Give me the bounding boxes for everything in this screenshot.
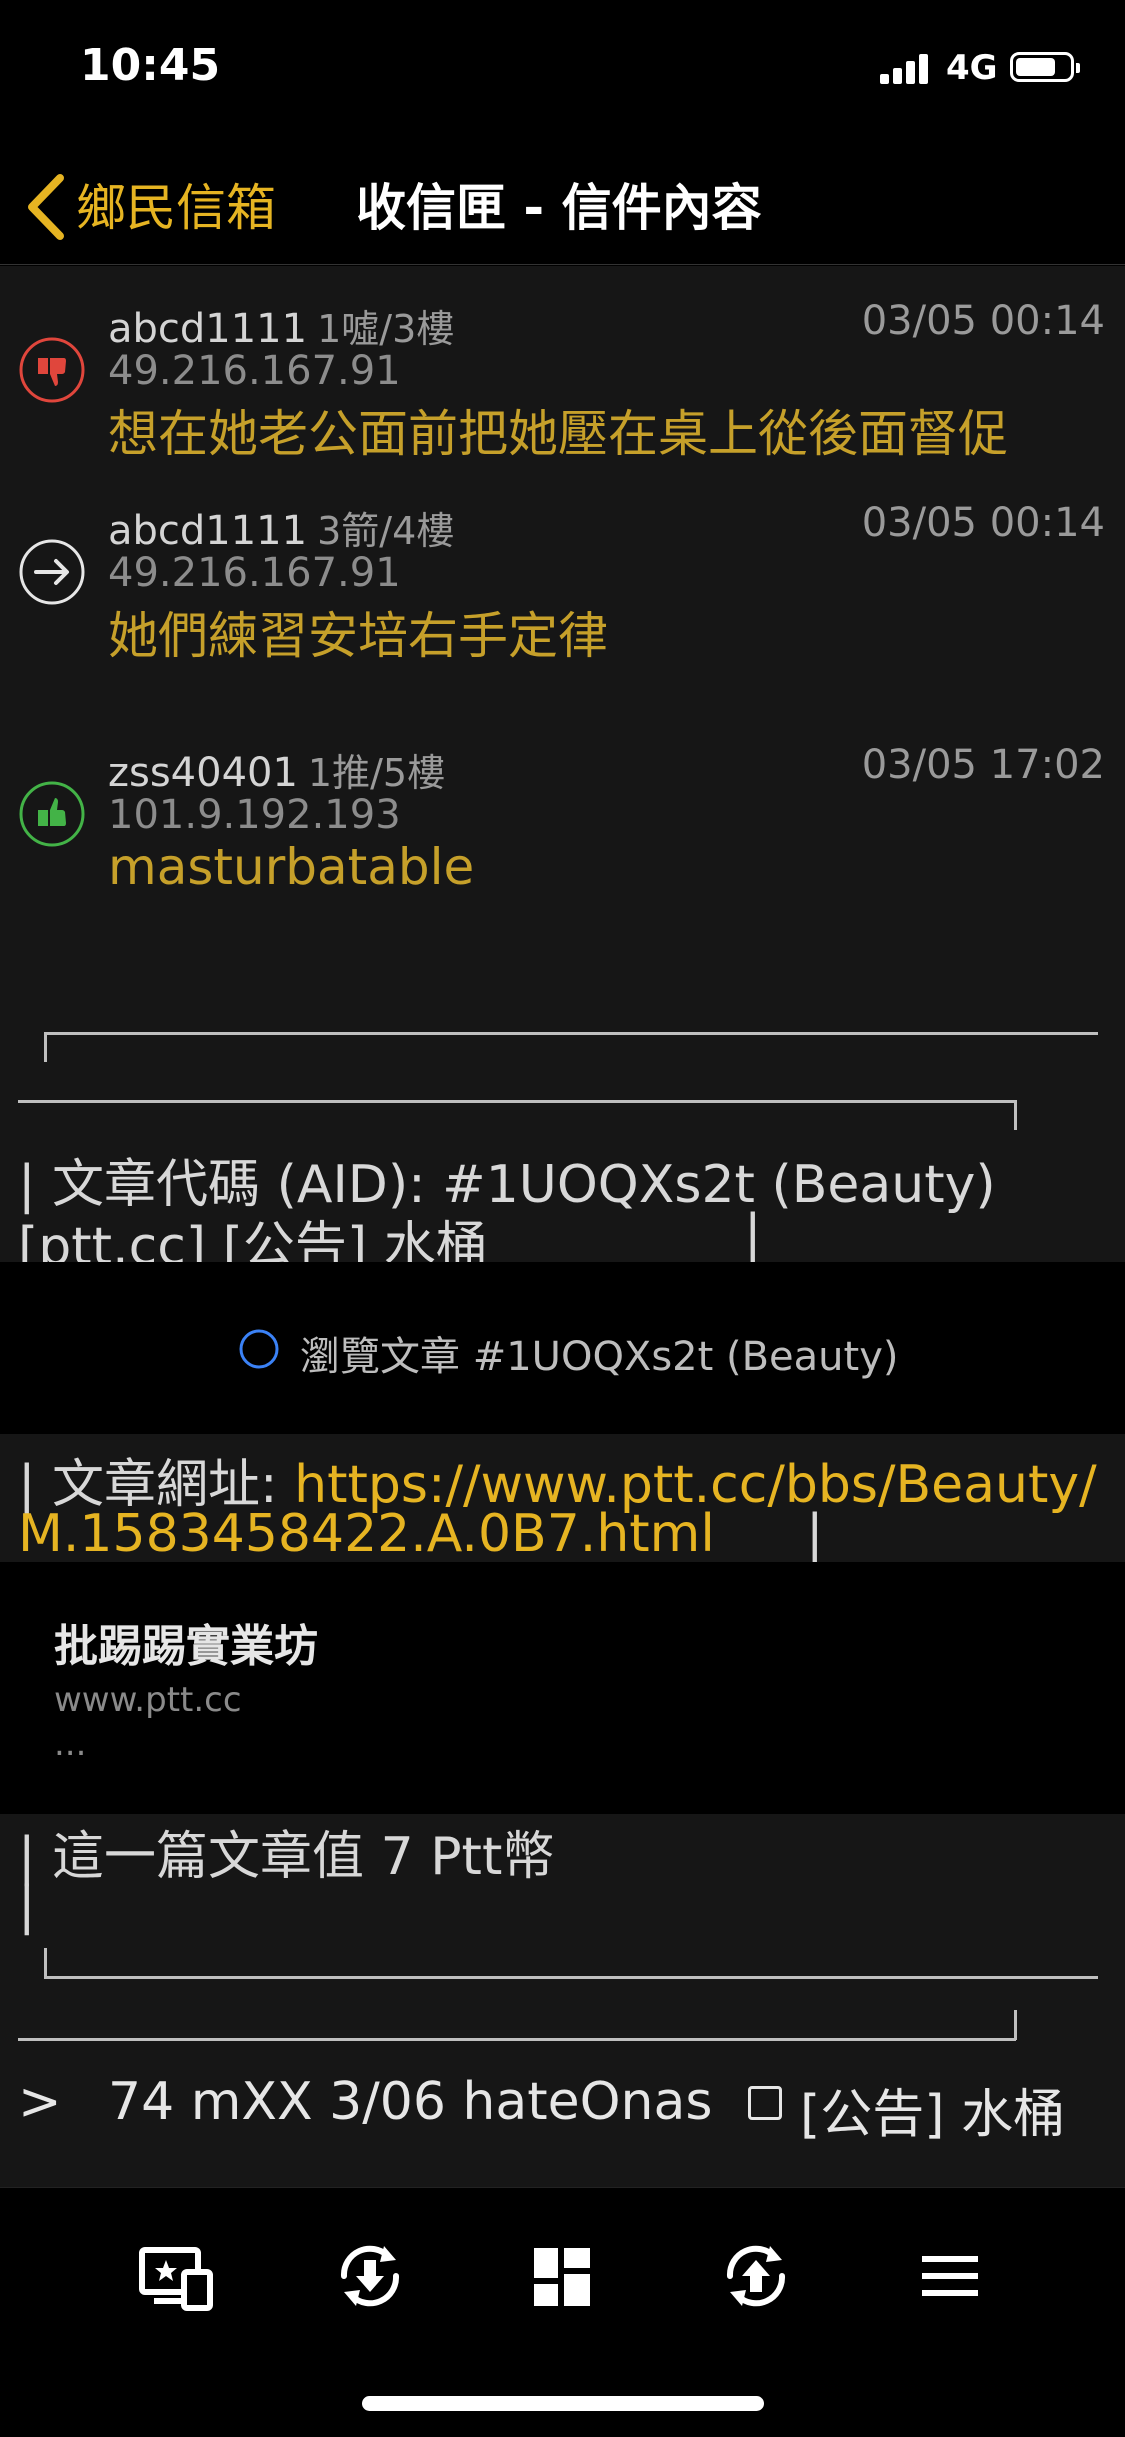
battery-icon <box>1010 52 1080 82</box>
thumbs-up-icon <box>19 781 85 847</box>
box-border-right <box>1014 2010 1017 2040</box>
comment-floor: 1推/5樓 <box>307 751 446 795</box>
reply-line-text: 74 mXX 3/06 hateOnas <box>108 2072 713 2132</box>
circle-icon <box>239 1329 279 1369</box>
article-url-link-cont[interactable]: M.1583458422.A.0B7.html <box>18 1504 715 1564</box>
back-button[interactable]: 鄉民信箱 <box>76 168 276 240</box>
signal-icon <box>880 52 932 84</box>
comment-user: abcd1111 <box>108 508 308 554</box>
comment-user: zss40401 <box>108 750 298 796</box>
url-block: | 文章網址: https://www.ptt.cc/bbs/Beauty/ M… <box>0 1434 1125 1564</box>
back-chevron-icon[interactable] <box>24 172 68 242</box>
coin-line-2: | <box>18 1876 36 1936</box>
comment-text: 想在她老公面前把她壓在桌上從後面督促 <box>108 405 1008 463</box>
home-indicator[interactable] <box>362 2396 764 2411</box>
comment-text: masturbatable <box>108 838 475 896</box>
checkbox-icon[interactable] <box>748 2086 782 2120</box>
network-type: 4G <box>946 48 998 88</box>
coin-line: | 這一篇文章值 7 Ptt幣 <box>18 1827 555 1887</box>
link-card-title: 批踢踢實業坊 <box>54 1621 318 1672</box>
box-border-right <box>1014 1100 1017 1130</box>
aid-line-end: | <box>744 1204 762 1264</box>
box-border-top <box>18 1100 1016 1103</box>
link-card-domain: www.ptt.cc <box>54 1680 242 1720</box>
menu-icon[interactable] <box>910 2236 990 2316</box>
comment-item: abcd1111 3箭/4樓 03/05 00:14 49.216.167.91 … <box>0 500 1125 700</box>
comment-user: abcd1111 <box>108 306 308 352</box>
box-border-top <box>44 1032 1098 1035</box>
comment-floor: 3箭/4樓 <box>317 509 455 553</box>
comment-item: zss40401 1推/5樓 03/05 17:02 101.9.192.193 … <box>0 742 1125 942</box>
page-title: 收信匣 - 信件內容 <box>356 179 762 237</box>
screen-icon[interactable] <box>136 2236 216 2316</box>
comment-text: 她們練習安培右手定律 <box>108 607 608 665</box>
box-border-bottom <box>18 2038 1016 2041</box>
aid-preview-label[interactable]: 瀏覽文章 #1UOQXs2t (Beauty) <box>300 1324 899 1382</box>
comment-floor: 1噓/3樓 <box>317 307 455 351</box>
comment-time: 03/05 00:14 <box>861 298 1105 344</box>
box-border-bottom <box>44 1976 1098 1979</box>
comment-ip: 49.216.167.91 <box>108 348 401 394</box>
reply-prompt: > <box>18 2072 62 2132</box>
comment-ip: 101.9.192.193 <box>108 792 401 838</box>
status-time: 10:45 <box>80 40 221 91</box>
comment-ip: 49.216.167.91 <box>108 550 401 596</box>
comment-item: abcd1111 1噓/3樓 03/05 00:14 49.216.167.91 … <box>0 298 1125 498</box>
thumbs-down-icon <box>19 337 85 403</box>
comment-time: 03/05 00:14 <box>861 500 1105 546</box>
dashboard-icon[interactable] <box>522 2236 602 2316</box>
url-suffix: | <box>806 1504 824 1564</box>
reply-subject: [公告] 水桶 <box>800 2085 1066 2145</box>
link-preview-card[interactable]: 批踢踢實業坊 www.ptt.cc ... <box>0 1562 1125 1814</box>
reload-up-icon[interactable] <box>716 2236 796 2316</box>
reload-down-icon[interactable] <box>330 2236 410 2316</box>
link-card-ellipsis: ... <box>54 1724 87 1764</box>
comment-time: 03/05 17:02 <box>861 742 1105 788</box>
arrow-right-icon <box>19 539 85 605</box>
box-border-left <box>44 1032 47 1062</box>
comments-list: abcd1111 1噓/3樓 03/05 00:14 49.216.167.91 … <box>0 266 1125 1277</box>
box-border-left <box>44 1948 47 1978</box>
aid-preview-row[interactable]: 瀏覽文章 #1UOQXs2t (Beauty) <box>0 1262 1125 1434</box>
coin-block: | 這一篇文章值 7 Ptt幣 | > 74 mXX 3/06 hateOnas… <box>0 1814 1125 2204</box>
